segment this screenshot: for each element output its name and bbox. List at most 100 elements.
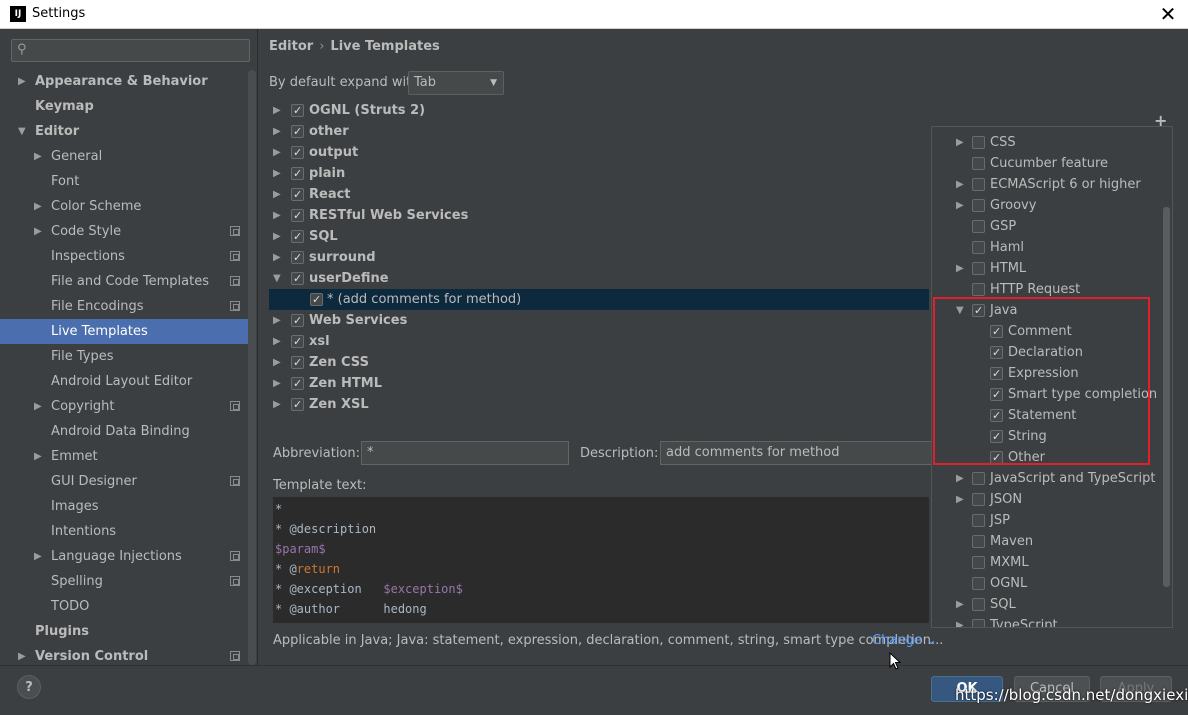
context-subitem[interactable]: Other: [932, 447, 1164, 468]
context-item[interactable]: ▼ Java: [932, 300, 1164, 321]
context-checkbox[interactable]: [990, 384, 1003, 405]
chevron-right-icon[interactable]: ▶: [956, 174, 964, 195]
template-checkbox[interactable]: [291, 103, 304, 121]
template-checkbox[interactable]: [291, 184, 304, 205]
context-checkbox[interactable]: [972, 514, 985, 527]
chevron-right-icon[interactable]: ▶: [34, 544, 46, 569]
context-checkbox[interactable]: [972, 241, 985, 254]
template-checkbox[interactable]: [291, 121, 304, 142]
sidebar-item[interactable]: Inspections: [0, 244, 250, 269]
template-checkbox[interactable]: [291, 226, 304, 247]
template-group-row[interactable]: ▶ other: [269, 121, 929, 142]
context-checkbox[interactable]: [990, 342, 1003, 363]
sidebar-item[interactable]: ▶ Emmet: [0, 444, 250, 469]
chevron-right-icon[interactable]: ▶: [273, 121, 281, 142]
context-checkbox[interactable]: [972, 220, 985, 233]
template-group-row[interactable]: ▶ RESTful Web Services: [269, 205, 929, 226]
chevron-right-icon[interactable]: ▶: [34, 144, 46, 169]
template-group-row[interactable]: ▶ Zen CSS: [269, 352, 929, 373]
chevron-down-icon[interactable]: ▼: [956, 300, 964, 321]
chevron-right-icon[interactable]: ▶: [18, 69, 30, 94]
chevron-right-icon[interactable]: ▶: [273, 163, 281, 184]
template-checkbox[interactable]: [291, 373, 304, 394]
context-checkbox[interactable]: [972, 493, 985, 506]
template-group-row[interactable]: ▶ Zen XSL: [269, 394, 929, 415]
sidebar-item[interactable]: ▶ Code Style: [0, 219, 250, 244]
template-group-row[interactable]: ▼ userDefine: [269, 268, 929, 289]
sidebar-item[interactable]: Android Layout Editor: [0, 369, 250, 394]
sidebar-item[interactable]: Intentions: [0, 519, 250, 544]
template-text-editor[interactable]: * * @description $param$ * @return * @except…: [273, 497, 929, 623]
template-group-row[interactable]: ▶ Zen HTML: [269, 373, 929, 394]
chevron-right-icon[interactable]: ▶: [956, 195, 964, 216]
chevron-right-icon[interactable]: ▶: [273, 394, 281, 415]
context-checkbox[interactable]: [972, 619, 985, 627]
context-item[interactable]: Cucumber feature: [932, 153, 1164, 174]
sidebar-item[interactable]: File and Code Templates: [0, 269, 250, 294]
template-group-row[interactable]: ▶ plain: [269, 163, 929, 184]
chevron-right-icon[interactable]: ▶: [273, 142, 281, 163]
context-checkbox[interactable]: [972, 577, 985, 590]
context-subitem[interactable]: Comment: [932, 321, 1164, 342]
template-group-row[interactable]: ▶ OGNL (Struts 2): [269, 103, 929, 121]
template-checkbox[interactable]: [291, 163, 304, 184]
chevron-right-icon[interactable]: ▶: [273, 205, 281, 226]
context-subitem[interactable]: Declaration: [932, 342, 1164, 363]
chevron-right-icon[interactable]: ▶: [273, 331, 281, 352]
context-checkbox[interactable]: [972, 262, 985, 275]
breadcrumb-parent[interactable]: Editor: [269, 39, 313, 54]
context-checkbox[interactable]: [972, 283, 985, 296]
description-input[interactable]: add comments for method: [660, 441, 932, 465]
template-checkbox[interactable]: [291, 331, 304, 352]
template-checkbox[interactable]: [291, 247, 304, 268]
sidebar-item[interactable]: Live Templates: [0, 319, 250, 344]
context-item[interactable]: ▶ CSS: [932, 132, 1164, 153]
chevron-right-icon[interactable]: ▶: [34, 219, 46, 244]
context-checkbox[interactable]: [990, 321, 1003, 342]
chevron-right-icon[interactable]: ▶: [273, 184, 281, 205]
context-subitem[interactable]: Statement: [932, 405, 1164, 426]
template-checkbox[interactable]: [291, 352, 304, 373]
sidebar-item[interactable]: ▶ Language Injections: [0, 544, 250, 569]
chevron-right-icon[interactable]: ▶: [273, 352, 281, 373]
context-checkbox[interactable]: [972, 300, 985, 321]
abbreviation-input[interactable]: *: [361, 441, 569, 465]
sidebar-item[interactable]: ▶ Copyright: [0, 394, 250, 419]
template-checkbox[interactable]: [291, 268, 304, 289]
sidebar-item[interactable]: File Types: [0, 344, 250, 369]
context-item[interactable]: ▶ HTML: [932, 258, 1164, 279]
context-item[interactable]: OGNL: [932, 573, 1164, 594]
context-item[interactable]: ▶ SQL: [932, 594, 1164, 615]
context-item[interactable]: ▶ JSON: [932, 489, 1164, 510]
sidebar-item[interactable]: Android Data Binding: [0, 419, 250, 444]
context-subitem[interactable]: Smart type completion: [932, 384, 1164, 405]
chevron-right-icon[interactable]: ▶: [34, 394, 46, 419]
chevron-down-icon[interactable]: ▼: [18, 119, 30, 144]
context-checkbox[interactable]: [972, 535, 985, 548]
context-checkbox[interactable]: [972, 472, 985, 485]
chevron-right-icon[interactable]: ▶: [956, 489, 964, 510]
context-checkbox[interactable]: [972, 157, 985, 170]
context-subitem[interactable]: Expression: [932, 363, 1164, 384]
template-row[interactable]: * (add comments for method): [269, 289, 929, 310]
sidebar-item[interactable]: TODO: [0, 594, 250, 619]
close-icon[interactable]: ✕: [1156, 2, 1180, 26]
context-item[interactable]: ▶ ECMAScript 6 or higher: [932, 174, 1164, 195]
popup-scrollbar[interactable]: [1163, 207, 1170, 587]
context-item[interactable]: ▶ TypeScript: [932, 615, 1164, 627]
context-checkbox[interactable]: [990, 447, 1003, 468]
sidebar-item[interactable]: Spelling: [0, 569, 250, 594]
chevron-right-icon[interactable]: ▶: [273, 310, 281, 331]
template-checkbox[interactable]: [291, 205, 304, 226]
search-input[interactable]: ⚲: [11, 39, 250, 62]
sidebar-item[interactable]: Plugins: [0, 619, 250, 644]
context-checkbox[interactable]: [990, 426, 1003, 447]
template-group-row[interactable]: ▶ React: [269, 184, 929, 205]
chevron-right-icon[interactable]: ▶: [273, 226, 281, 247]
context-item[interactable]: Maven: [932, 531, 1164, 552]
context-item[interactable]: ▶ JavaScript and TypeScript: [932, 468, 1164, 489]
context-item[interactable]: Haml: [932, 237, 1164, 258]
sidebar-item[interactable]: File Encodings: [0, 294, 250, 319]
context-checkbox[interactable]: [990, 405, 1003, 426]
template-checkbox[interactable]: [291, 394, 304, 415]
